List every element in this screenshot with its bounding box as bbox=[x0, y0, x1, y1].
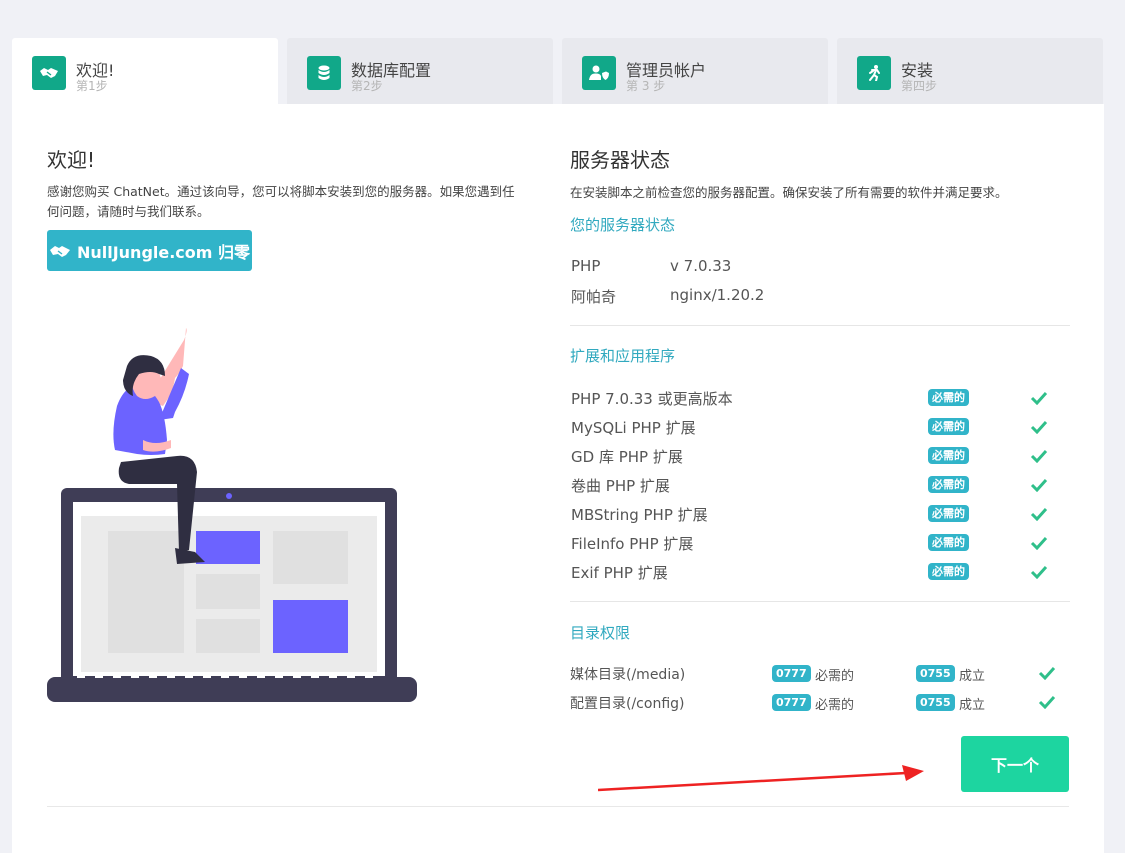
check-icon bbox=[1030, 391, 1048, 405]
check-icon bbox=[1030, 565, 1048, 579]
current-code-badge: 0755 bbox=[916, 665, 955, 682]
extension-name: FileInfo PHP 扩展 bbox=[571, 535, 694, 553]
required-code-badge: 0777 bbox=[772, 694, 811, 711]
running-icon bbox=[857, 56, 891, 90]
promo-label: NullJungle.com 归零 bbox=[76, 242, 251, 262]
required-text: 必需的 bbox=[815, 698, 855, 713]
tab-step: 第 3 步 bbox=[626, 79, 666, 93]
check-icon bbox=[1030, 449, 1048, 463]
required-badge: 必需的 bbox=[928, 389, 969, 406]
status-value-apache: nginx/1.20.2 bbox=[670, 286, 765, 304]
check-icon bbox=[1038, 666, 1056, 680]
divider bbox=[570, 325, 1070, 326]
server-status-desc: 在安装脚本之前检查您的服务器配置。确保安装了所有需要的软件并满足要求。 bbox=[570, 185, 1008, 200]
required-badge: 必需的 bbox=[928, 418, 969, 435]
tab-step: 第四步 bbox=[901, 79, 938, 93]
extension-name: GD 库 PHP 扩展 bbox=[571, 448, 683, 466]
permission-name: 配置目录(/config) bbox=[570, 696, 685, 712]
check-icon bbox=[1030, 507, 1048, 521]
permission-row: 配置目录(/config) 0777 必需的 0755 成立 bbox=[570, 693, 1070, 721]
required-badge: 必需的 bbox=[928, 476, 969, 493]
extension-name: MBString PHP 扩展 bbox=[571, 506, 708, 524]
extension-name: 卷曲 PHP 扩展 bbox=[571, 477, 670, 495]
required-badge: 必需的 bbox=[928, 505, 969, 522]
footer-divider bbox=[47, 806, 1069, 807]
next-button[interactable]: 下一个 bbox=[961, 736, 1069, 792]
annotation-arrow bbox=[598, 765, 924, 792]
status-name-apache: 阿帕奇 bbox=[571, 288, 617, 306]
permission-name: 媒体目录(/media) bbox=[570, 667, 686, 683]
installer-illustration bbox=[47, 328, 417, 702]
handshake-icon bbox=[49, 245, 70, 257]
server-status-title: 服务器状态 bbox=[570, 148, 670, 172]
required-text: 必需的 bbox=[815, 669, 855, 684]
status-name-php: PHP bbox=[571, 257, 601, 275]
extension-name: MySQLi PHP 扩展 bbox=[571, 419, 696, 437]
extension-row: GD 库 PHP 扩展 必需的 bbox=[570, 446, 1070, 474]
server-status-section: 服务器状态 在安装脚本之前检查您的服务器配置。确保安装了所有需要的软件并满足要求… bbox=[570, 144, 1070, 713]
permissions-heading: 目录权限 bbox=[570, 624, 631, 642]
welcome-text: 感谢您购买 ChatNet。通过该向导，您可以将脚本安装到您的服务器。如果您遇到… bbox=[47, 184, 515, 219]
required-badge: 必需的 bbox=[928, 563, 969, 580]
check-icon bbox=[1030, 420, 1048, 434]
required-code-badge: 0777 bbox=[772, 665, 811, 682]
extension-name: PHP 7.0.33 或更高版本 bbox=[571, 390, 733, 408]
wizard-card: 欢迎! 感谢您购买 ChatNet。通过该向导，您可以将脚本安装到您的服务器。如… bbox=[12, 104, 1104, 853]
check-icon bbox=[1038, 695, 1056, 709]
check-icon bbox=[1030, 536, 1048, 550]
extension-name: Exif PHP 扩展 bbox=[571, 564, 668, 582]
user-shield-icon bbox=[582, 56, 616, 90]
tab-step: 第1步 bbox=[76, 79, 108, 93]
tab-install[interactable]: 安装 第四步 bbox=[837, 38, 1103, 104]
required-badge: 必需的 bbox=[928, 534, 969, 551]
extension-row: 卷曲 PHP 扩展 必需的 bbox=[570, 475, 1070, 503]
handshake-icon bbox=[32, 56, 66, 90]
tab-database[interactable]: 数据库配置 第2步 bbox=[287, 38, 553, 104]
extension-row: Exif PHP 扩展 必需的 bbox=[570, 562, 1070, 590]
extension-row: PHP 7.0.33 或更高版本 必需的 bbox=[570, 388, 1070, 416]
promo-button[interactable]: NullJungle.com 归零 bbox=[47, 230, 252, 271]
welcome-section: 欢迎! 感谢您购买 ChatNet。通过该向导，您可以将脚本安装到您的服务器。如… bbox=[47, 144, 517, 702]
current-text: 成立 bbox=[959, 669, 986, 684]
tab-admin-account[interactable]: 管理员帐户 第 3 步 bbox=[562, 38, 828, 104]
extension-row: MySQLi PHP 扩展 必需的 bbox=[570, 417, 1070, 445]
permission-row: 媒体目录(/media) 0777 必需的 0755 成立 bbox=[570, 664, 1070, 692]
extension-row: MBString PHP 扩展 必需的 bbox=[570, 504, 1070, 532]
required-badge: 必需的 bbox=[928, 447, 969, 464]
tab-step: 第2步 bbox=[351, 79, 383, 93]
extensions-heading: 扩展和应用程序 bbox=[570, 347, 676, 365]
check-icon bbox=[1030, 478, 1048, 492]
welcome-title: 欢迎! bbox=[47, 148, 96, 172]
wizard-tabs: 欢迎! 第1步 数据库配置 第2步 管理员帐户 第 3 步 安装 第四步 bbox=[12, 38, 1104, 104]
status-value-php: v 7.0.33 bbox=[670, 257, 732, 275]
divider bbox=[570, 601, 1070, 602]
tab-welcome[interactable]: 欢迎! 第1步 bbox=[12, 38, 278, 104]
current-text: 成立 bbox=[959, 698, 986, 713]
current-code-badge: 0755 bbox=[916, 694, 955, 711]
server-status-heading: 您的服务器状态 bbox=[570, 216, 676, 234]
database-icon bbox=[307, 56, 341, 90]
extension-row: FileInfo PHP 扩展 必需的 bbox=[570, 533, 1070, 561]
